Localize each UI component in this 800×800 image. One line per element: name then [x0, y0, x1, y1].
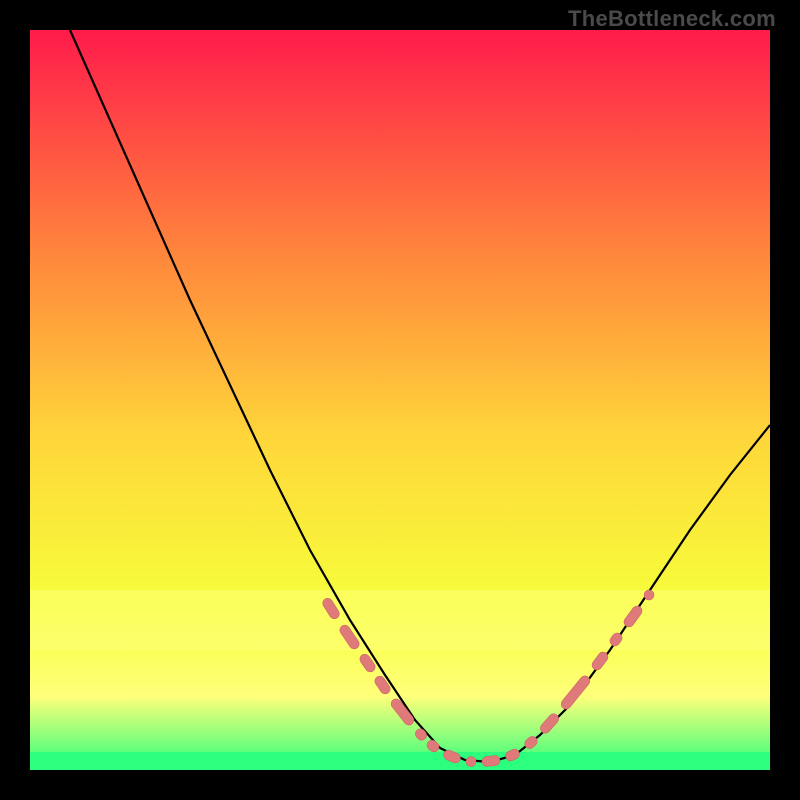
watermark-text: TheBottleneck.com [568, 6, 776, 32]
yellow-band [30, 590, 770, 650]
green-baseline [30, 752, 770, 770]
bottleneck-chart [30, 30, 770, 770]
chart-frame [30, 30, 770, 770]
gradient-background [30, 30, 770, 770]
